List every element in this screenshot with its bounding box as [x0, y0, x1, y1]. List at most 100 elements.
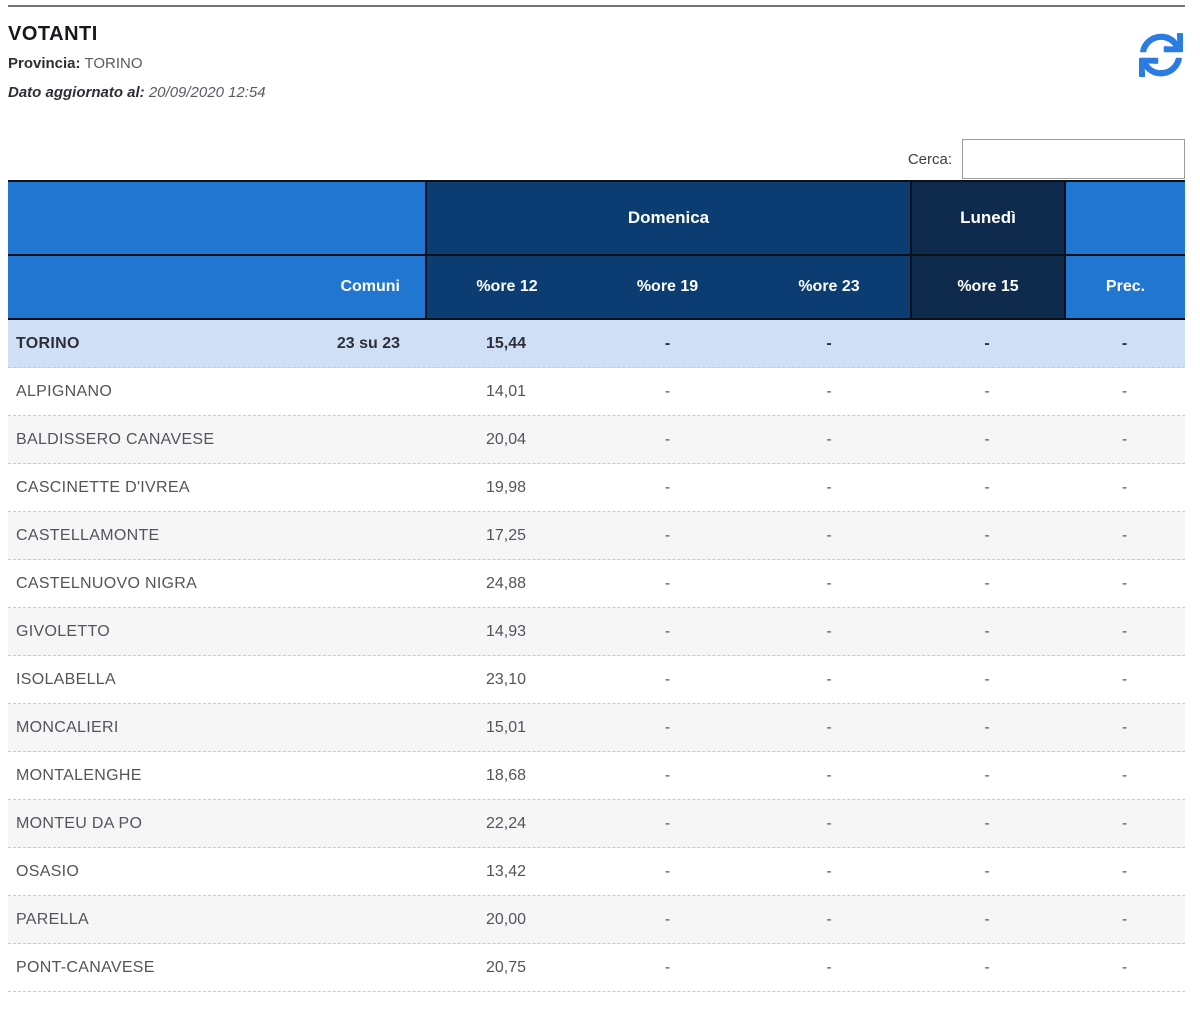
- cell-ore12: 20,04: [425, 416, 587, 463]
- group-header-lunedi: Lunedì: [910, 182, 1064, 254]
- cell-ore15: -: [910, 944, 1064, 991]
- cell-ore15: -: [910, 416, 1064, 463]
- cell-ore12: 20,00: [425, 896, 587, 943]
- cell-ore23: -: [748, 368, 910, 415]
- col-header-ore23[interactable]: %ore 23: [748, 256, 910, 318]
- cell-ore15: -: [910, 752, 1064, 799]
- cell-ore23: -: [748, 800, 910, 847]
- province-line: Provincia: TORINO: [8, 54, 1185, 74]
- search-label: Cerca:: [908, 151, 952, 168]
- cell-ore19: -: [587, 560, 748, 607]
- cell-ore19: -: [587, 368, 748, 415]
- cell-name: CASTELNUOVO NIGRA: [8, 560, 273, 607]
- cell-comuni: [273, 608, 425, 655]
- table-row[interactable]: MONTALENGHE18,68----: [8, 752, 1185, 800]
- cell-name: GIVOLETTO: [8, 608, 273, 655]
- table-row-total[interactable]: TORINO23 su 2315,44----: [8, 320, 1185, 368]
- cell-prec: -: [1064, 320, 1185, 367]
- sync-icon: [1139, 65, 1183, 80]
- cell-ore15: -: [910, 464, 1064, 511]
- col-header-prec[interactable]: Prec.: [1064, 256, 1185, 318]
- cell-ore19: -: [587, 896, 748, 943]
- cell-ore12: 13,42: [425, 848, 587, 895]
- cell-name: TORINO: [8, 320, 273, 367]
- col-header-ore12[interactable]: %ore 12: [425, 256, 587, 318]
- refresh-button[interactable]: [1138, 33, 1184, 79]
- cell-comuni: 23 su 23: [273, 320, 425, 367]
- cell-ore12: 17,25: [425, 512, 587, 559]
- cell-comuni: [273, 656, 425, 703]
- table-row[interactable]: CASCINETTE D'IVREA19,98----: [8, 464, 1185, 512]
- cell-ore12: 19,98: [425, 464, 587, 511]
- table-group-header-row: Domenica Lunedì: [8, 182, 1185, 256]
- cell-prec: -: [1064, 512, 1185, 559]
- table-row[interactable]: CASTELLAMONTE17,25----: [8, 512, 1185, 560]
- cell-prec: -: [1064, 560, 1185, 607]
- cell-ore19: -: [587, 464, 748, 511]
- cell-name: MONCALIERI: [8, 704, 273, 751]
- cell-name: MONTALENGHE: [8, 752, 273, 799]
- cell-ore12: 14,01: [425, 368, 587, 415]
- cell-ore23: -: [748, 848, 910, 895]
- table-row[interactable]: MONCALIERI15,01----: [8, 704, 1185, 752]
- cell-name: PARELLA: [8, 896, 273, 943]
- table-row[interactable]: OSASIO13,42----: [8, 848, 1185, 896]
- cell-ore15: -: [910, 656, 1064, 703]
- cell-comuni: [273, 560, 425, 607]
- cell-prec: -: [1064, 944, 1185, 991]
- cell-name: CASCINETTE D'IVREA: [8, 464, 273, 511]
- table-row[interactable]: ALPIGNANO14,01----: [8, 368, 1185, 416]
- table-body: TORINO23 su 2315,44----ALPIGNANO14,01---…: [8, 320, 1185, 992]
- cell-ore15: -: [910, 368, 1064, 415]
- cell-ore23: -: [748, 944, 910, 991]
- cell-prec: -: [1064, 464, 1185, 511]
- province-label: Provincia:: [8, 55, 81, 72]
- cell-prec: -: [1064, 752, 1185, 799]
- votanti-table: Domenica Lunedì Comuni %ore 12 %ore 19 %…: [8, 180, 1185, 992]
- col-header-comuni[interactable]: Comuni: [273, 256, 425, 318]
- cell-comuni: [273, 704, 425, 751]
- table-row[interactable]: PARELLA20,00----: [8, 896, 1185, 944]
- table-row[interactable]: GIVOLETTO14,93----: [8, 608, 1185, 656]
- table-row[interactable]: MONTEU DA PO22,24----: [8, 800, 1185, 848]
- cell-ore19: -: [587, 800, 748, 847]
- table-row[interactable]: PONT-CANAVESE20,75----: [8, 944, 1185, 992]
- updated-value: 20/09/2020 12:54: [149, 84, 266, 101]
- cell-prec: -: [1064, 608, 1185, 655]
- cell-comuni: [273, 416, 425, 463]
- cell-comuni: [273, 752, 425, 799]
- cell-ore23: -: [748, 464, 910, 511]
- cell-prec: -: [1064, 368, 1185, 415]
- cell-name: CASTELLAMONTE: [8, 512, 273, 559]
- cell-ore19: -: [587, 320, 748, 367]
- page-title: VOTANTI: [8, 23, 1185, 46]
- cell-ore19: -: [587, 512, 748, 559]
- group-header-left-empty: [8, 182, 425, 254]
- cell-comuni: [273, 464, 425, 511]
- cell-ore15: -: [910, 512, 1064, 559]
- cell-ore19: -: [587, 848, 748, 895]
- cell-ore19: -: [587, 704, 748, 751]
- cell-ore23: -: [748, 608, 910, 655]
- search-input[interactable]: [962, 139, 1185, 179]
- cell-prec: -: [1064, 848, 1185, 895]
- cell-ore12: 22,24: [425, 800, 587, 847]
- col-header-ore19[interactable]: %ore 19: [587, 256, 748, 318]
- cell-ore15: -: [910, 848, 1064, 895]
- cell-ore15: -: [910, 896, 1064, 943]
- cell-ore23: -: [748, 896, 910, 943]
- cell-ore19: -: [587, 944, 748, 991]
- cell-ore23: -: [748, 320, 910, 367]
- cell-ore23: -: [748, 560, 910, 607]
- table-header-row: Comuni %ore 12 %ore 19 %ore 23 %ore 15 P…: [8, 256, 1185, 320]
- cell-ore23: -: [748, 656, 910, 703]
- table-row[interactable]: ISOLABELLA23,10----: [8, 656, 1185, 704]
- cell-ore12: 15,01: [425, 704, 587, 751]
- table-row[interactable]: BALDISSERO CANAVESE20,04----: [8, 416, 1185, 464]
- cell-ore15: -: [910, 320, 1064, 367]
- updated-line: Dato aggiornato al: 20/09/2020 12:54: [8, 83, 1185, 103]
- cell-prec: -: [1064, 656, 1185, 703]
- col-header-ore15[interactable]: %ore 15: [910, 256, 1064, 318]
- table-row[interactable]: CASTELNUOVO NIGRA24,88----: [8, 560, 1185, 608]
- cell-ore12: 24,88: [425, 560, 587, 607]
